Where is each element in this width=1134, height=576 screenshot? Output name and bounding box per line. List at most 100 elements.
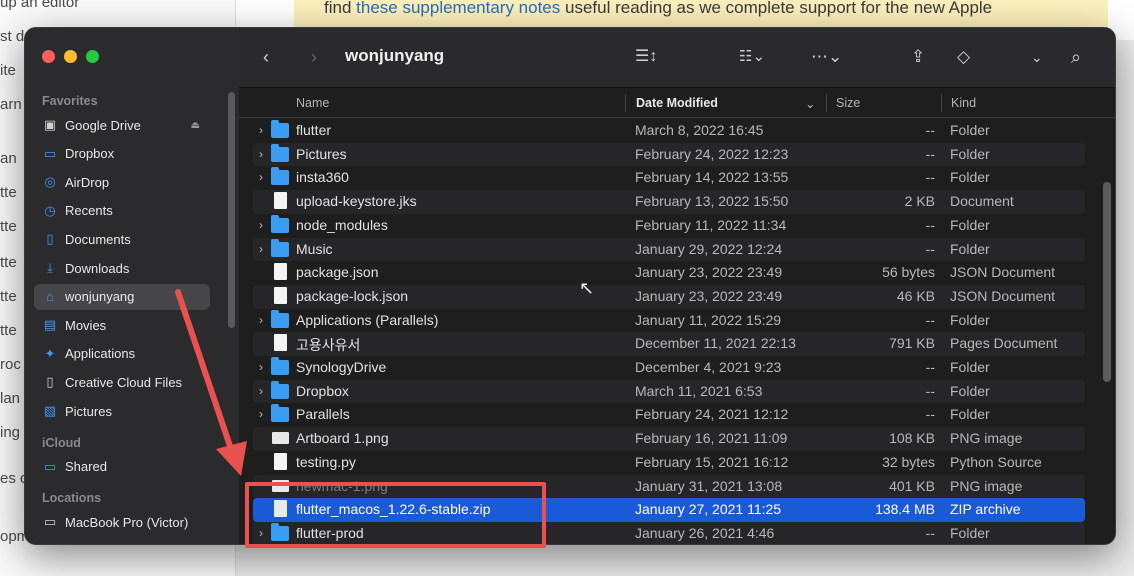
file-kind: ZIP archive (950, 501, 1021, 518)
file-date-modified: February 24, 2022 12:23 (635, 145, 789, 162)
file-row[interactable]: upload-keystore.jks February 13, 2022 15:… (253, 190, 1085, 214)
close-button[interactable] (42, 50, 55, 63)
file-date-modified: February 11, 2022 11:34 (635, 216, 787, 233)
sidebar-item-label: Applications (65, 346, 136, 362)
file-row[interactable]: › Pictures February 24, 2022 12:23 -- Folder (253, 142, 1085, 167)
zoom-button[interactable] (86, 50, 99, 63)
disclosure-chevron-icon[interactable]: › (259, 123, 263, 137)
disclosure-chevron-icon[interactable]: › (259, 170, 263, 184)
window-title: wonjunyang (345, 46, 445, 65)
applications-icon: ✦ (44, 345, 56, 361)
file-row[interactable]: › Parallels February 24, 2021 12:12 -- Folde… (253, 403, 1085, 427)
sidebar-item-documents[interactable]: ▯ Documents (34, 226, 210, 252)
sidebar-item-dropbox[interactable]: ▭ Dropbox (34, 141, 210, 167)
file-row[interactable]: › SynologyDrive December 4, 2021 9:23 -- Fol… (253, 356, 1085, 380)
file-list-scrollbar[interactable] (1103, 182, 1111, 382)
sidebar-item-wonjunyang[interactable]: ⌂ wonjunyang (34, 283, 210, 310)
note-link[interactable]: these supplementary notes (356, 0, 560, 17)
file-size: 138.4 MB (875, 501, 935, 518)
file-row[interactable]: package-lock.json January 23, 2022 23:49 4… (253, 284, 1085, 309)
sidebar-item-google-drive[interactable]: ▣ Google Drive ⏏ (34, 112, 210, 138)
disclosure-chevron-icon[interactable]: › (259, 147, 263, 161)
sort-chevron-icon[interactable]: ⌄ (805, 96, 815, 111)
background-text-fragment: tte (0, 254, 17, 271)
document-icon (274, 334, 287, 352)
file-row[interactable]: › insta360 February 14, 2022 13:55 -- Folder (253, 166, 1085, 190)
disclosure-chevron-icon[interactable]: › (259, 384, 263, 398)
file-row[interactable]: › Applications (Parallels) January 11, 202… (253, 309, 1085, 333)
sidebar-item-label: AirDrop (65, 174, 110, 190)
file-size: -- (925, 216, 935, 233)
disclosure-chevron-icon[interactable]: › (259, 360, 263, 374)
file-row[interactable]: testing.py February 15, 2021 16:12 32 byte… (253, 451, 1085, 475)
file-row[interactable]: package.json January 23, 2022 23:49 56 byt… (253, 261, 1085, 285)
eject-icon[interactable]: ⏏ (191, 120, 200, 131)
folder-icon (271, 143, 289, 162)
file-date-modified: February 14, 2022 13:55 (635, 169, 789, 186)
forward-button[interactable]: › (311, 46, 317, 68)
sidebar-item-airdrop[interactable]: ◎ AirDrop (34, 169, 210, 195)
tag-icon[interactable]: ◇ (957, 46, 970, 68)
column-kind[interactable]: Kind (951, 96, 976, 110)
file-name: flutter (296, 122, 332, 138)
file-size: -- (925, 169, 935, 186)
sidebar-item-creative-cloud-files[interactable]: ▯ Creative Cloud Files (34, 369, 210, 395)
disclosure-chevron-icon[interactable]: › (259, 218, 263, 232)
search-icon[interactable]: ⌕ (1071, 46, 1081, 68)
sidebar-item-label: Google Drive (65, 117, 141, 133)
document-icon (274, 286, 287, 304)
file-row[interactable]: › Dropbox March 11, 2021 6:53 -- Folder (253, 379, 1085, 404)
finder-window: Favorites ▣ Google Drive ⏏ ▭ Dropbox ◎ AirDrop ◷… (24, 27, 1116, 545)
file-name: Applications (Parallels) (296, 311, 439, 328)
file-name: testing.py (296, 453, 356, 470)
file-date-modified: January 23, 2022 23:49 (635, 264, 783, 281)
share-icon[interactable]: ⇪ (911, 46, 925, 68)
column-name[interactable]: Name (296, 96, 329, 110)
folder-icon (271, 120, 289, 138)
photo-icon: ▧ (43, 403, 57, 418)
file-row[interactable]: Artboard 1.png February 16, 2021 11:09 108… (253, 427, 1085, 451)
background-text-fragment: roc (0, 356, 21, 373)
folder-icon (271, 238, 289, 257)
file-row[interactable]: › flutter March 8, 2022 16:45 -- Folder (253, 119, 1085, 143)
document-icon: ▯ (46, 231, 54, 247)
file-name: node_modules (296, 216, 388, 233)
sidebar-section-header: Locations (42, 491, 102, 506)
file-row[interactable]: › Music January 29, 2022 12:24 -- Folder (253, 237, 1085, 262)
finder-sidebar: Favorites ▣ Google Drive ⏏ ▭ Dropbox ◎ AirDrop ◷… (25, 28, 239, 544)
file-kind: Folder (950, 122, 990, 138)
column-size[interactable]: Size (836, 96, 860, 110)
background-text-fragment: ing (0, 424, 21, 441)
more-actions-icon[interactable]: ⋯⌄ (811, 46, 842, 68)
file-row[interactable]: › node_modules February 11, 2022 11:34 -- Fo… (253, 214, 1085, 238)
sidebar-item-downloads[interactable]: ⤓ Downloads (34, 255, 210, 281)
folder-icon (271, 214, 289, 233)
disclosure-chevron-icon[interactable]: › (259, 407, 263, 421)
disclosure-chevron-icon[interactable]: › (259, 242, 263, 256)
background-text-fragment: tte (0, 288, 17, 305)
folder-icon: ▭ (43, 145, 57, 161)
sidebar-item-movies[interactable]: ▤ Movies (34, 312, 210, 338)
sidebar-item-pictures[interactable]: ▧ Pictures (34, 398, 210, 424)
mouse-cursor-icon: ↖ (579, 278, 595, 298)
file-row[interactable]: 고용사유서 December 11, 2021 22:13 791 KB Pages … (253, 332, 1085, 356)
sidebar-scrollbar[interactable] (228, 92, 235, 328)
back-button[interactable]: ‹ (263, 46, 269, 68)
file-kind: PNG image (950, 477, 1023, 494)
group-view-icon[interactable]: ☷⌄ (739, 46, 765, 68)
sidebar-item-label: Creative Cloud Files (65, 374, 183, 390)
list-view-icon[interactable]: ☰↕ (635, 46, 657, 68)
file-size: -- (925, 406, 935, 423)
sidebar-item-macbook-pro-victor-[interactable]: ▭ MacBook Pro (Victor) (34, 509, 210, 535)
sidebar-item-applications[interactable]: ✦ Applications (34, 341, 210, 367)
minimize-button[interactable] (64, 50, 77, 63)
column-date-modified[interactable]: Date Modified (636, 96, 718, 110)
file-kind: Folder (950, 382, 990, 399)
disclosure-chevron-icon[interactable]: › (259, 313, 263, 327)
toolbar: ‹ › wonjunyang ☰↕ ☷⌄ ⋯⌄ ⇪ ◇ ⌄ ⌕ (239, 28, 1115, 88)
chevron-down-icon[interactable]: ⌄ (1031, 46, 1043, 68)
sidebar-item-shared[interactable]: ▭ Shared (34, 454, 210, 480)
file-date-modified: March 8, 2022 16:45 (635, 122, 764, 138)
sidebar-item-recents[interactable]: ◷ Recents (34, 198, 210, 224)
file-size: 56 bytes (882, 264, 935, 281)
